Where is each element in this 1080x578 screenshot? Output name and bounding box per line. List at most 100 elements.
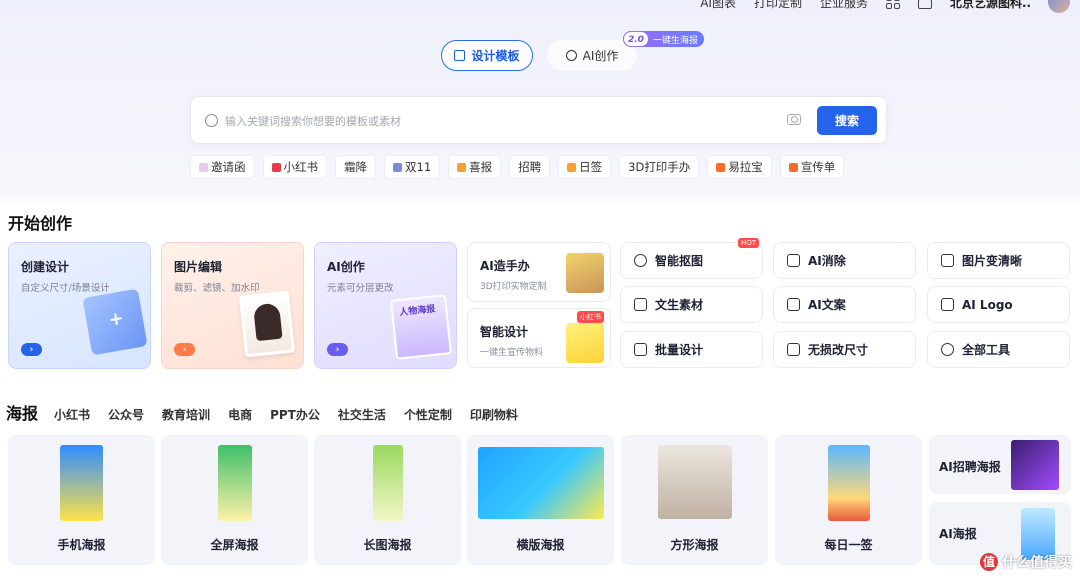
search-input[interactable] xyxy=(225,109,765,133)
tool-text-to-asset[interactable]: 文生素材 xyxy=(620,286,763,323)
ai-create-title: AI创作 xyxy=(327,260,365,274)
new-feature-badge[interactable]: 2.0 一键生海报 xyxy=(623,31,704,47)
arrow-right-icon[interactable]: › xyxy=(174,343,195,356)
tag-item[interactable]: 3D打印手办 xyxy=(619,155,700,179)
tool-enhance[interactable]: 图片变清晰 xyxy=(927,242,1070,279)
category-social[interactable]: 社交生活 xyxy=(338,406,386,423)
category-education[interactable]: 教育培训 xyxy=(162,406,210,423)
tag-item[interactable]: 小红书 xyxy=(262,155,327,179)
tag-item[interactable]: 邀请函 xyxy=(190,155,255,179)
tag-label: 双11 xyxy=(405,160,432,174)
badge-version: 2.0 xyxy=(623,31,649,47)
tag-item[interactable]: 宣传单 xyxy=(779,155,845,179)
badge-text: 一键生海报 xyxy=(652,35,698,46)
camera-icon[interactable] xyxy=(787,114,801,125)
category-wechat[interactable]: 公众号 xyxy=(108,406,144,423)
tool-ai-copywriting[interactable]: AI文案 xyxy=(773,286,916,323)
tag-label: 日签 xyxy=(579,160,603,174)
poster-thumbnail xyxy=(60,445,103,521)
batch-icon xyxy=(634,343,647,356)
poster-thumbnail xyxy=(478,447,604,519)
tool-ai-erase[interactable]: AI消除 xyxy=(773,242,916,279)
tool-label: 无损改尺寸 xyxy=(808,343,869,357)
category-ppt[interactable]: PPT办公 xyxy=(270,406,320,423)
template-icon xyxy=(454,50,466,61)
ai-create-card[interactable]: AI创作 元素可分层更改 人物海报 › xyxy=(314,242,457,369)
tag-item[interactable]: 日签 xyxy=(558,155,612,179)
ai-recruit-poster-card[interactable]: AI招聘海报 xyxy=(929,435,1071,494)
category-print[interactable]: 印刷物料 xyxy=(470,406,518,423)
smart-design-title: 智能设计 xyxy=(480,325,529,339)
poster-card-fullscreen[interactable]: 全屏海报 xyxy=(161,435,308,565)
avatar[interactable] xyxy=(1048,0,1070,13)
image-edit-card[interactable]: 图片编辑 裁剪、滤镜、加水印 › xyxy=(161,242,304,369)
search-button[interactable]: 搜索 xyxy=(817,106,877,135)
logo-icon xyxy=(941,298,954,311)
side-poster-label: AI招聘海报 xyxy=(939,460,1001,474)
category-poster[interactable]: 海报 xyxy=(6,400,38,424)
tag-icon xyxy=(271,162,281,172)
watermark: 值 什么值得买 xyxy=(980,552,1072,572)
tag-item[interactable]: 喜报 xyxy=(448,155,502,179)
tag-item[interactable]: 易拉宝 xyxy=(707,155,772,179)
tag-item[interactable]: 双11 xyxy=(384,155,441,179)
nav-link-print[interactable]: 打印定制 xyxy=(754,0,802,11)
company-name[interactable]: 北京艺源图科... xyxy=(950,0,1030,11)
tag-label: 招聘 xyxy=(518,160,542,174)
tool-label: 全部工具 xyxy=(962,343,1011,357)
canvas-illustration xyxy=(82,288,148,356)
category-nav: 海报 小红书 公众号 教育培训 电商 PPT办公 社交生活 个性定制 印刷物料 xyxy=(6,400,518,424)
tag-icon xyxy=(199,162,208,172)
tab-ai-label: AI创作 xyxy=(582,49,619,63)
bell-icon[interactable] xyxy=(918,0,932,9)
poster-label: 横版海报 xyxy=(516,538,565,552)
cutout-icon xyxy=(634,254,647,267)
tag-item[interactable]: 霜降 xyxy=(335,155,376,179)
tool-label: 批量设计 xyxy=(655,343,704,357)
apps-grid-icon[interactable] xyxy=(886,0,900,9)
poster-card-landscape[interactable]: 横版海报 xyxy=(467,435,614,565)
category-ecommerce[interactable]: 电商 xyxy=(228,406,252,423)
tool-label: 图片变清晰 xyxy=(962,254,1023,268)
arrow-right-icon[interactable]: › xyxy=(327,343,348,356)
poster-thumbnail xyxy=(658,445,732,519)
ai-figure-sub: 3D打印实物定制 xyxy=(480,282,547,292)
poster-card-square[interactable]: 方形海报 xyxy=(621,435,768,565)
hot-tags: 邀请函 小红书 霜降 双11 喜报 招聘 日签 3D打印手办 易拉宝 宣传单 xyxy=(190,155,845,179)
hd-icon xyxy=(941,254,954,267)
tab-ai-create[interactable]: AI创作 xyxy=(547,40,637,71)
tag-label: 霜降 xyxy=(344,160,367,174)
tag-icon xyxy=(716,162,726,172)
category-custom[interactable]: 个性定制 xyxy=(404,406,452,423)
tag-item[interactable]: 招聘 xyxy=(509,155,551,179)
category-xiaohongshu[interactable]: 小红书 xyxy=(54,406,90,423)
resize-icon xyxy=(787,343,800,356)
ai-figure-card[interactable]: AI造手办 3D打印实物定制 xyxy=(467,242,611,302)
poster-thumbnail xyxy=(218,445,252,521)
tool-ai-logo[interactable]: AI Logo xyxy=(927,286,1070,323)
figure-thumbnail xyxy=(566,253,604,293)
tag-label: 小红书 xyxy=(283,160,319,174)
tool-all-tools[interactable]: 全部工具 xyxy=(927,331,1070,368)
character-poster-illustration: 人物海报 xyxy=(390,294,452,360)
nav-link-enterprise[interactable]: 企业服务 xyxy=(820,0,868,11)
tab-design-template[interactable]: 设计模板 xyxy=(441,40,533,71)
poster-thumbnail xyxy=(828,445,870,521)
pen-icon xyxy=(787,298,800,311)
portrait-illustration xyxy=(238,290,296,358)
poster-label: 手机海报 xyxy=(57,538,106,552)
arrow-right-icon[interactable]: › xyxy=(21,343,42,356)
tool-resize[interactable]: 无损改尺寸 xyxy=(773,331,916,368)
side-poster-label: AI海报 xyxy=(939,527,977,541)
tool-label: AI消除 xyxy=(808,254,846,268)
poster-card-mobile[interactable]: 手机海报 xyxy=(8,435,155,565)
search-bar: 搜索 xyxy=(190,96,887,144)
create-design-card[interactable]: 创建设计 自定义尺寸/场景设计 › xyxy=(8,242,151,369)
tag-icon xyxy=(788,162,798,172)
nav-link-ai-chart[interactable]: AI图表 xyxy=(700,0,736,11)
poster-card-daily[interactable]: 每日一签 xyxy=(775,435,922,565)
smart-design-card[interactable]: 智能设计 一键生宣传物料 小红书 xyxy=(467,308,611,368)
poster-card-long[interactable]: 长图海报 xyxy=(314,435,461,565)
tool-batch-design[interactable]: 批量设计 xyxy=(620,331,763,368)
ai-search-icon xyxy=(205,114,218,127)
